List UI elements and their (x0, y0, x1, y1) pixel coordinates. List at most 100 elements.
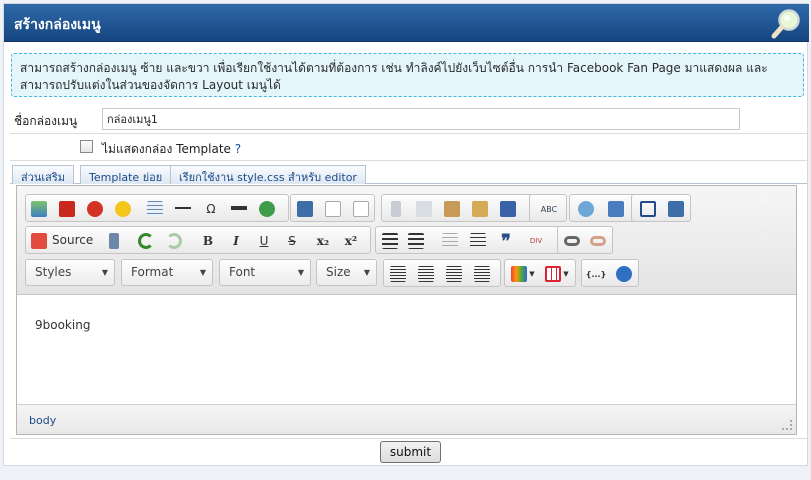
align-center-icon[interactable] (416, 264, 436, 284)
preview-icon[interactable] (351, 199, 371, 219)
editor-tabs: ส่วนเสริม Template ย่อย เรียกใช้งาน styl… (10, 164, 807, 184)
undo-icon[interactable] (136, 231, 156, 251)
toolbar-color-group: ▼ ▼ (504, 259, 576, 287)
toolbar-extra-group: {...} (581, 259, 639, 287)
info-notice: สามารถสร้างกล่องเมนู ซ้าย และขวา เพื่อเร… (11, 53, 804, 97)
toolbar-find-group (569, 194, 639, 222)
text-color-icon[interactable]: ▼ (509, 264, 537, 284)
toolbar-insert-group: Ω (25, 194, 289, 222)
page-break-icon[interactable] (229, 199, 249, 219)
iframe-globe-icon[interactable] (257, 199, 277, 219)
menu-name-input[interactable] (102, 108, 740, 130)
copy-icon[interactable] (414, 199, 434, 219)
align-left-icon[interactable] (388, 264, 408, 284)
toolbar-paragraph-group: ❞ DIV (375, 226, 565, 254)
special-char-icon[interactable]: Ω (201, 199, 221, 219)
toolbar-document-group (290, 194, 375, 222)
template-icon[interactable] (104, 231, 124, 251)
table-grid-icon[interactable]: ▼ (543, 264, 571, 284)
styles-label: Styles (35, 265, 72, 279)
unlink-icon[interactable] (588, 231, 608, 251)
code-snippet-icon[interactable]: {...} (586, 264, 607, 284)
image-icon[interactable] (29, 199, 49, 219)
source-icon[interactable] (29, 231, 49, 251)
help-link[interactable]: ? (235, 142, 241, 156)
chevron-down-icon: ▼ (199, 268, 206, 277)
editor-content[interactable]: 9booking (17, 296, 796, 402)
redo-icon[interactable] (164, 231, 184, 251)
format-dropdown[interactable]: Format ▼ (121, 259, 213, 286)
format-label: Format (131, 265, 174, 279)
submit-button[interactable]: submit (380, 441, 441, 463)
align-right-icon[interactable] (444, 264, 464, 284)
page-header: สร้างกล่องเมนู (4, 4, 809, 42)
toolbar-view-group (631, 194, 691, 222)
toolbar-link-group (557, 226, 613, 254)
create-div-icon[interactable]: DIV (526, 231, 546, 251)
youtube-icon[interactable] (57, 199, 77, 219)
replace-icon[interactable] (606, 199, 626, 219)
decrease-indent-icon[interactable] (440, 231, 460, 251)
cut-icon[interactable] (386, 199, 406, 219)
magnifier-icon (771, 9, 800, 39)
horizontal-rule-icon[interactable] (173, 199, 193, 219)
font-label: Font (229, 265, 256, 279)
toolbar-format-group: Source B I U S x₂ x² (25, 226, 371, 254)
superscript-icon[interactable]: x² (341, 231, 361, 251)
element-path[interactable]: body (29, 414, 56, 427)
menu-name-row: ชื่อกล่องเมนู (10, 104, 807, 134)
subscript-icon[interactable]: x₂ (313, 231, 333, 251)
toolbar-clipboard-group (381, 194, 545, 222)
blockquote-icon[interactable]: ❞ (496, 231, 516, 252)
new-page-icon[interactable] (323, 199, 343, 219)
hide-template-checkbox[interactable] (80, 140, 93, 153)
bulleted-list-icon[interactable] (406, 231, 426, 251)
styles-dropdown[interactable]: Styles ▼ (25, 259, 115, 286)
size-label: Size (326, 265, 351, 279)
bold-icon[interactable]: B (198, 231, 218, 251)
toolbar-align-group (383, 259, 501, 287)
resize-grip-icon[interactable] (782, 420, 792, 430)
underline-icon[interactable]: U (254, 231, 274, 251)
tab-style-css[interactable]: เรียกใช้งาน style.css สำหรับ editor (170, 165, 366, 184)
font-dropdown[interactable]: Font ▼ (219, 259, 311, 286)
smiley-icon[interactable] (113, 199, 133, 219)
chevron-down-icon: ▼ (363, 268, 370, 277)
divider (10, 438, 807, 439)
paste-text-icon[interactable] (470, 199, 490, 219)
chevron-down-icon: ▼ (101, 268, 108, 277)
notice-text: สามารถสร้างกล่องเมนู ซ้าย และขวา เพื่อเร… (20, 61, 768, 92)
strikethrough-icon[interactable]: S (282, 231, 302, 251)
spellcheck-icon[interactable]: ABC (533, 199, 565, 219)
find-icon[interactable] (576, 199, 596, 219)
hide-template-row: ไม่แสดงกล่อง Template ? (10, 135, 807, 161)
editor-statusbar: body (17, 404, 796, 434)
source-button-label[interactable]: Source (52, 233, 93, 247)
table-icon[interactable] (145, 199, 165, 219)
link-icon[interactable] (562, 231, 582, 251)
tab-extras[interactable]: ส่วนเสริม (12, 165, 75, 184)
editor-text: 9booking (35, 318, 91, 332)
editor-toolbar: Ω ABC Source B I U S x₂ x² ❞ DIV Styles … (17, 186, 796, 295)
toolbar-spell-group: ABC (529, 194, 567, 222)
increase-indent-icon[interactable] (468, 231, 488, 251)
save-icon[interactable] (295, 199, 315, 219)
flash-icon[interactable] (85, 199, 105, 219)
paste-icon[interactable] (442, 199, 462, 219)
justify-icon[interactable] (472, 264, 492, 284)
menu-name-label: ชื่อกล่องเมนู (14, 114, 78, 128)
show-blocks-icon[interactable] (666, 199, 686, 219)
hide-template-label: ไม่แสดงกล่อง Template ? (102, 140, 241, 159)
chevron-down-icon: ▼ (297, 268, 304, 277)
page-frame: สร้างกล่องเมนู สามารถสร้างกล่องเมนู ซ้าย… (3, 3, 809, 466)
numbered-list-icon[interactable] (380, 231, 400, 251)
info-icon[interactable] (614, 264, 634, 284)
hide-template-text: ไม่แสดงกล่อง Template (102, 142, 231, 156)
tab-sub-template[interactable]: Template ย่อย (80, 165, 172, 184)
paste-word-icon[interactable] (498, 199, 518, 219)
size-dropdown[interactable]: Size ▼ (316, 259, 377, 286)
italic-icon[interactable]: I (226, 231, 246, 251)
rich-text-editor: Ω ABC Source B I U S x₂ x² ❞ DIV Styles … (16, 185, 797, 435)
page-title: สร้างกล่องเมนู (14, 17, 101, 33)
select-all-icon[interactable] (638, 199, 658, 219)
